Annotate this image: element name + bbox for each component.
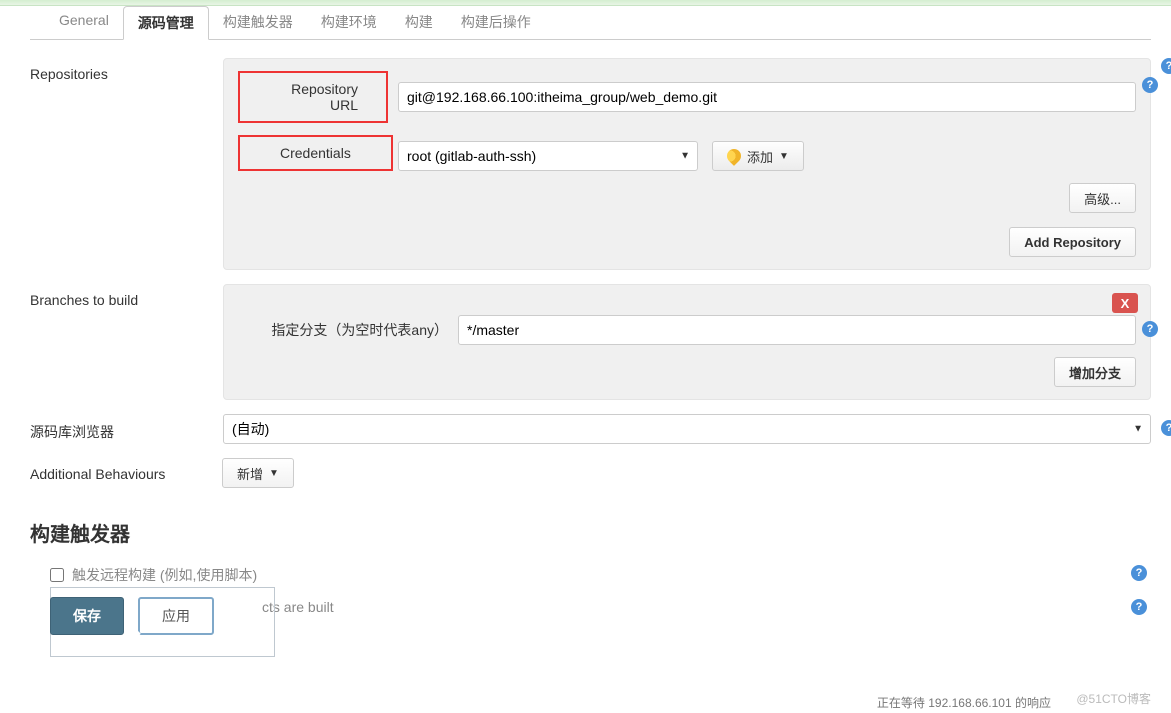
tab-env[interactable]: 构建环境 <box>307 6 391 39</box>
help-icon[interactable]: ? <box>1161 58 1171 74</box>
branch-spec-label: 指定分支（为空时代表any） <box>238 320 458 340</box>
remote-trigger-label: 触发远程构建 (例如,使用脚本) <box>72 565 257 585</box>
advanced-button[interactable]: 高级... <box>1069 183 1136 213</box>
tab-scm[interactable]: 源码管理 <box>123 6 209 40</box>
add-behaviour-button[interactable]: 新增 ▼ <box>222 458 294 488</box>
repo-browser-label: 源码库浏览器 <box>30 414 195 442</box>
key-icon <box>724 146 744 166</box>
credentials-select[interactable]: root (gitlab-auth-ssh) <box>398 141 698 171</box>
tab-triggers[interactable]: 构建触发器 <box>209 6 307 39</box>
chevron-down-icon: ▼ <box>269 468 279 479</box>
repo-url-input[interactable] <box>398 82 1136 112</box>
branches-panel: X 指定分支（为空时代表any） ? 增加分支 <box>223 284 1151 400</box>
remote-trigger-checkbox[interactable] <box>50 568 64 582</box>
watermark: @51CTO博客 <box>1076 690 1151 707</box>
branch-spec-input[interactable] <box>458 315 1136 345</box>
build-triggers-title: 构建触发器 <box>30 518 1151 547</box>
help-icon[interactable]: ? <box>1142 321 1158 337</box>
repositories-panel: Repository URL ? Credentials root (gitla… <box>223 58 1151 270</box>
delete-branch-button[interactable]: X <box>1112 293 1138 313</box>
repositories-label: Repositories <box>30 58 195 82</box>
tab-post[interactable]: 构建后操作 <box>447 6 545 39</box>
tab-general[interactable]: General <box>45 6 123 39</box>
help-icon[interactable]: ? <box>1131 565 1147 581</box>
after-projects-label: cts are built <box>262 599 334 615</box>
apply-button[interactable]: 应用 <box>138 597 214 635</box>
credentials-label: Credentials <box>238 135 393 171</box>
additional-behaviours-label: Additional Behaviours <box>30 458 200 482</box>
add-repository-button[interactable]: Add Repository <box>1009 227 1136 257</box>
tab-build[interactable]: 构建 <box>391 6 447 39</box>
chevron-down-icon: ▼ <box>779 151 789 162</box>
repo-url-label: Repository URL <box>238 71 388 123</box>
add-credentials-button[interactable]: 添加 ▼ <box>712 141 804 171</box>
repo-browser-select[interactable]: (自动) <box>223 414 1151 444</box>
status-text: 正在等待 192.168.66.101 的响应 <box>877 694 1051 711</box>
branches-label: Branches to build <box>30 284 195 308</box>
config-tabs: General 源码管理 构建触发器 构建环境 构建 构建后操作 <box>30 6 1151 40</box>
save-button[interactable]: 保存 ↖ <box>50 597 124 635</box>
add-branch-button[interactable]: 增加分支 <box>1054 357 1136 387</box>
help-icon[interactable]: ? <box>1131 599 1147 615</box>
help-icon[interactable]: ? <box>1161 420 1171 436</box>
help-icon[interactable]: ? <box>1142 77 1158 93</box>
